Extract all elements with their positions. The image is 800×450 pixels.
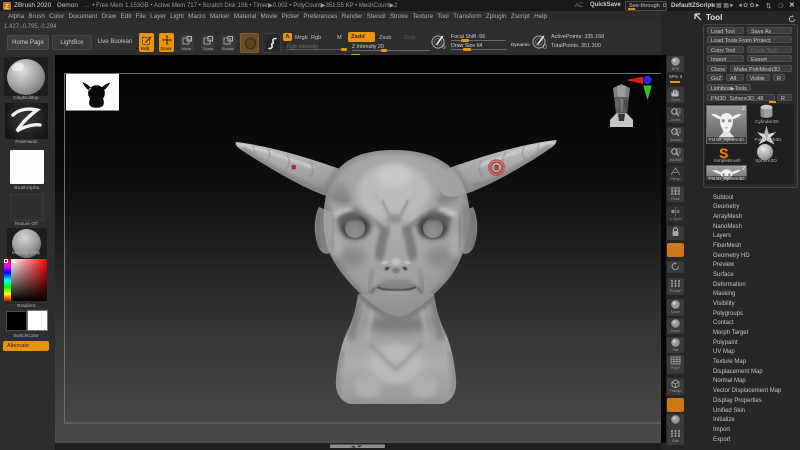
svg-text:Z: Z (5, 5, 9, 11)
svg-text:S: S (442, 45, 446, 51)
svg-text:D: D (543, 45, 547, 51)
svg-text:S: S (209, 36, 212, 41)
svg-text:R: R (229, 36, 232, 41)
svg-text:M: M (188, 36, 191, 41)
